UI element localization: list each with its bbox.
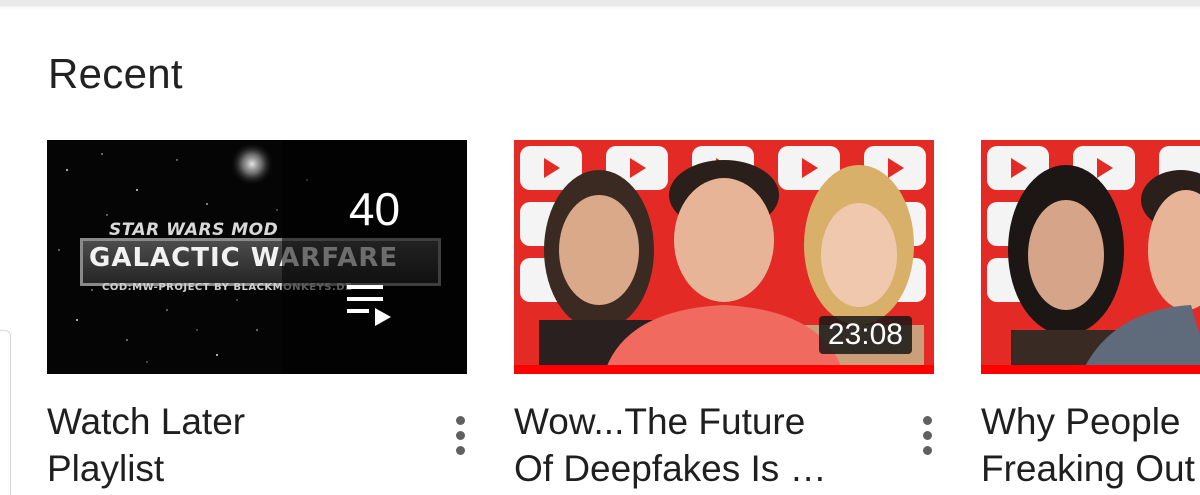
watch-progress-bar — [514, 365, 934, 374]
more-vert-icon[interactable] — [453, 416, 467, 458]
video-thumbnail[interactable] — [981, 140, 1200, 374]
card-title-line-2: Freaking Out — [981, 448, 1195, 489]
card-title[interactable]: Watch Later Playlist — [47, 398, 427, 492]
side-panel-edge — [0, 330, 11, 495]
playlist-card-watch-later[interactable]: STAR WARS MOD GALACTIC WARFARE COD:MW-PR… — [47, 140, 467, 494]
playlist-play-icon — [347, 285, 391, 326]
playlist-thumbnail[interactable]: STAR WARS MOD GALACTIC WARFARE COD:MW-PR… — [47, 140, 467, 374]
card-title-line-2: Of Deepfakes Is … — [514, 448, 827, 489]
playlist-count-overlay — [282, 140, 467, 374]
card-title-line-2: Playlist — [47, 448, 165, 489]
watch-progress-bar — [981, 365, 1200, 374]
playlist-video-count: 40 — [348, 183, 401, 235]
section-title: Recent — [48, 50, 183, 97]
thumbnail-art-top: STAR WARS MOD — [109, 220, 279, 240]
video-card-deepfakes[interactable]: 23:08 Wow...The Future Of Deepfakes Is … — [514, 140, 934, 494]
video-card-why-people[interactable]: Why People Freaking Out — [981, 140, 1200, 494]
card-title[interactable]: Why People Freaking Out — [981, 398, 1200, 492]
more-vert-icon[interactable] — [920, 416, 934, 458]
video-thumbnail[interactable]: 23:08 — [514, 140, 934, 374]
thumbnail-art — [987, 146, 1200, 374]
top-bar — [0, 0, 1200, 6]
card-title-line-1: Watch Later — [47, 401, 246, 442]
card-title-line-1: Wow...The Future — [514, 401, 806, 442]
video-duration: 23:08 — [818, 316, 912, 354]
card-title[interactable]: Wow...The Future Of Deepfakes Is … — [514, 398, 894, 492]
card-title-line-1: Why People — [981, 401, 1181, 442]
